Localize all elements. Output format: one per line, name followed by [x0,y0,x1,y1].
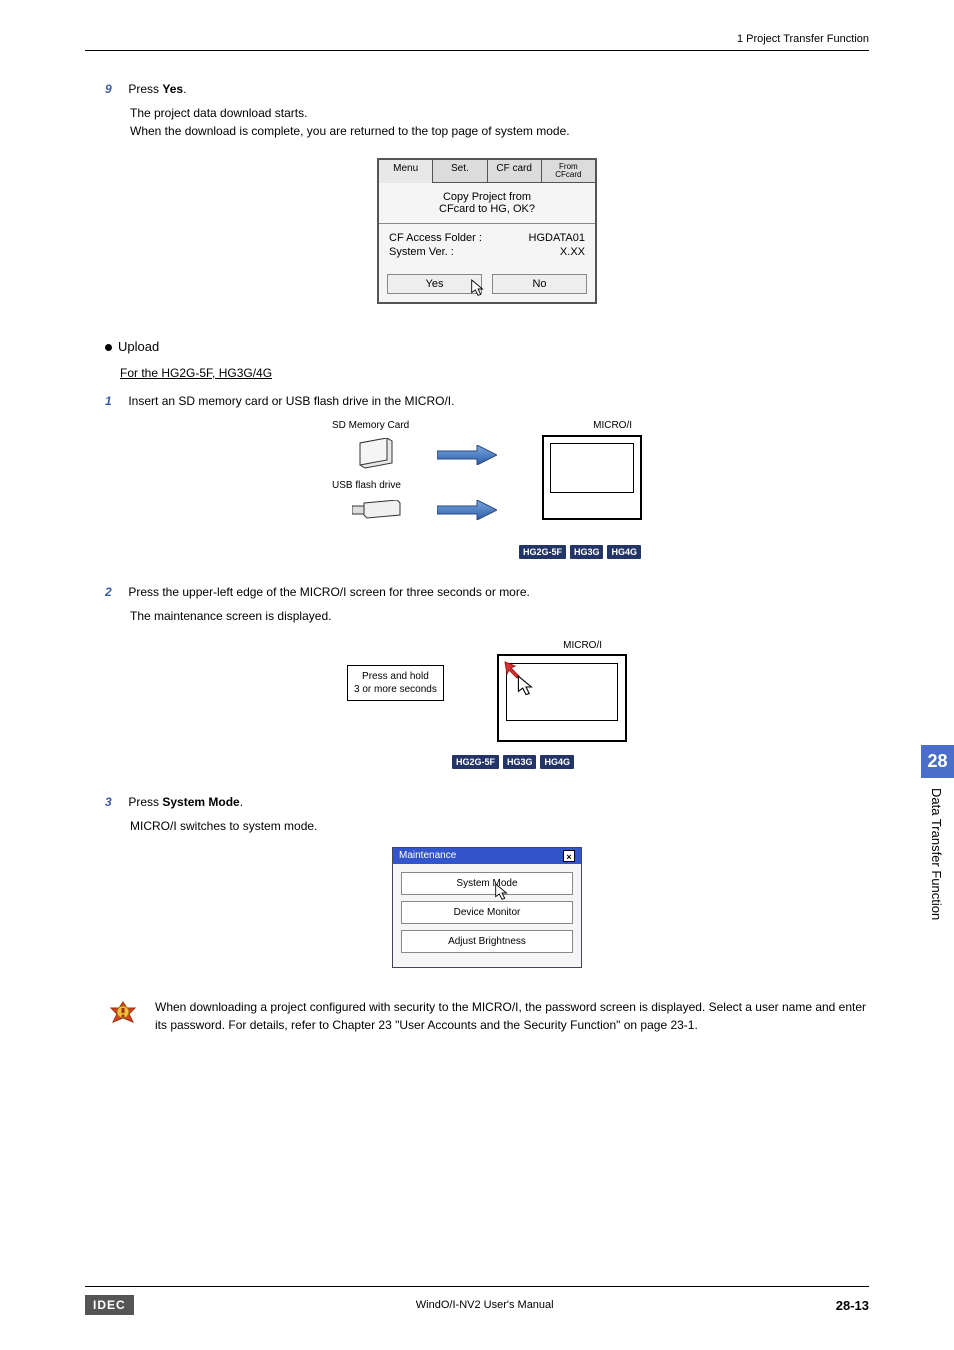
dialog-tabs: Menu Set. CF card From CFcard [379,160,595,183]
header-section-title: 1 Project Transfer Function [737,33,869,45]
chapter-tab: 28 Data Transfer Function [921,745,954,930]
step-number: 9 [105,82,125,96]
badge-row: HG2G-5F HG3G HG4G [518,544,642,560]
arrow-icon [437,500,497,520]
device-frame [497,654,627,742]
upload-subheading: For the HG2G-5F, HG3G/4G [120,366,869,380]
info-label: CF Access Folder : [389,232,482,244]
header-rule [85,50,869,51]
dialog-figure: Menu Set. CF card From CFcard Copy Proje… [377,158,597,304]
text-fragment: . [240,795,243,809]
heading-text: Upload [118,339,159,354]
text-bold: System Mode [162,795,239,809]
dialog-body: Copy Project from CFcard to HG, OK? [379,183,595,223]
alert-note: When downloading a project configured wi… [105,998,869,1034]
upload-heading: Upload [105,339,869,354]
badge-row: HG2G-5F HG3G HG4G [451,754,575,770]
badge: HG2G-5F [518,544,567,560]
text-fragment: Press [128,82,162,96]
text-bold: Yes [162,82,183,96]
device-screen [550,443,634,493]
step-text: Press the upper-left edge of the MICRO/I… [128,585,530,599]
usb-drive-icon [352,500,402,520]
device-frame [542,435,642,520]
maintenance-titlebar: Maintenance × [393,848,581,864]
footer-page-number: 28-13 [836,1298,869,1313]
footer-title: WindO/I-NV2 User's Manual [416,1299,554,1311]
step-number: 2 [105,585,125,599]
step-body: The project data download starts. When t… [130,104,869,140]
body-line: When the download is complete, you are r… [130,122,869,140]
label-line: 3 or more seconds [354,683,437,696]
figure-insert-media: SD Memory Card MICRO/I USB flash drive [105,420,869,560]
maintenance-dialog: Maintenance × System Mode Device Monitor… [392,847,582,968]
step-text: Insert an SD memory card or USB flash dr… [128,394,454,408]
badge: HG4G [539,754,575,770]
cursor-icon [469,278,487,300]
text-fragment: Press [128,795,162,809]
bullet-icon [105,344,112,351]
step-3: 3 Press System Mode. [105,795,869,809]
alert-icon [105,998,141,1034]
badge: HG3G [502,754,538,770]
step-1: 1 Insert an SD memory card or USB flash … [105,394,869,408]
maintenance-body: System Mode Device Monitor Adjust Bright… [393,864,581,967]
press-hold-label: Press and hold 3 or more seconds [347,665,444,701]
info-row: CF Access Folder : HGDATA01 [389,232,585,244]
dialog-tab-set: Set. [433,160,487,183]
device-screen [506,663,618,721]
body-line: The project data download starts. [130,104,869,122]
tab-line: CFcard [544,171,593,179]
yes-button[interactable]: Yes [387,274,482,294]
dialog-tab-from: From CFcard [542,160,595,183]
footer-logo: IDEC [85,1295,134,1315]
label-microi: MICRO/I [593,420,632,431]
sd-card-icon [352,438,397,473]
badge: HG2G-5F [451,754,500,770]
info-label: System Ver. : [389,246,454,258]
label-sd-card: SD Memory Card [332,420,409,431]
step-body: The maintenance screen is displayed. [130,607,869,625]
cursor-icon [515,674,537,700]
chapter-number: 28 [921,745,954,778]
label-line: Press and hold [354,670,437,683]
system-mode-button[interactable]: System Mode [401,872,573,895]
step-number: 1 [105,394,125,408]
badge: HG3G [569,544,605,560]
step-2: 2 Press the upper-left edge of the MICRO… [105,585,869,599]
badge: HG4G [606,544,642,560]
close-icon[interactable]: × [563,850,575,862]
dialog-line: Copy Project from [387,191,587,203]
label-microi: MICRO/I [563,640,602,651]
alert-text: When downloading a project configured wi… [155,998,869,1034]
figure-press-hold: MICRO/I Press and hold 3 or more seconds… [347,640,627,770]
no-button[interactable]: No [492,274,587,294]
device-monitor-button[interactable]: Device Monitor [401,901,573,924]
step-number: 3 [105,795,125,809]
label-usb: USB flash drive [332,480,401,491]
step-body: MICRO/I switches to system mode. [130,817,869,835]
info-value: X.XX [560,246,585,258]
arrow-icon [437,445,497,465]
info-value: HGDATA01 [529,232,585,244]
dialog-buttons: Yes No [379,266,595,302]
dialog-tab-menu: Menu [379,160,433,183]
step-9: 9 Press Yes. [105,82,869,96]
info-row: System Ver. : X.XX [389,246,585,258]
figure-canvas: SD Memory Card MICRO/I USB flash drive [332,420,642,560]
content-area: 9 Press Yes. The project data download s… [105,82,869,1034]
adjust-brightness-button[interactable]: Adjust Brightness [401,930,573,953]
maintenance-title: Maintenance [399,850,456,862]
dialog-info: CF Access Folder : HGDATA01 System Ver. … [379,223,595,266]
step-text: Press System Mode. [128,795,243,809]
dialog-tab-cf: CF card [488,160,542,183]
step-text: Press Yes. [128,82,186,96]
page-footer: IDEC WindO/I-NV2 User's Manual 28-13 [85,1286,869,1315]
dialog-line: CFcard to HG, OK? [387,203,587,215]
chapter-title: Data Transfer Function [921,778,952,930]
cursor-icon [493,882,511,904]
text-fragment: . [183,82,186,96]
